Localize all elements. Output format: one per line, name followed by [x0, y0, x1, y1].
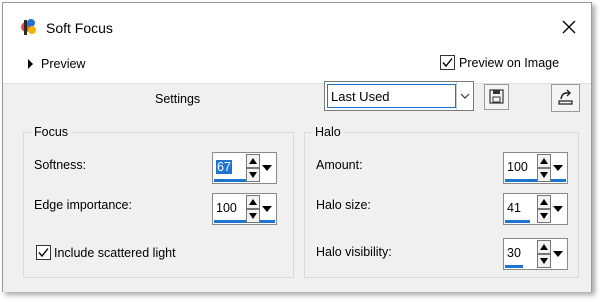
scattered-light-label[interactable]: Include scattered light: [54, 246, 176, 260]
softness-value[interactable]: 67: [216, 160, 232, 174]
spin-up-icon[interactable]: [537, 154, 551, 168]
focus-group-title: Focus: [31, 125, 72, 139]
scattered-light-checkbox[interactable]: [36, 245, 51, 260]
halo-size-label: Halo size:: [316, 198, 371, 212]
checkmark-icon: [442, 58, 453, 68]
chevron-down-icon[interactable]: [261, 154, 273, 181]
checkmark-icon: [38, 248, 49, 258]
preset-value: Last Used: [331, 89, 390, 104]
close-icon[interactable]: [559, 17, 579, 37]
spin-down-icon[interactable]: [537, 168, 551, 182]
amount-spinner[interactable]: 100: [503, 152, 568, 184]
chevron-down-icon[interactable]: [552, 195, 564, 222]
spin-down-icon[interactable]: [537, 209, 551, 223]
halo-group: Halo Amount: 100 Halo size: 41 Halo visi…: [304, 125, 579, 278]
amount-value[interactable]: 100: [507, 160, 528, 174]
paintshop-icon: [21, 19, 36, 35]
chevron-down-icon[interactable]: [261, 195, 273, 222]
spin-up-icon[interactable]: [537, 195, 551, 209]
halo-visibility-label: Halo visibility:: [316, 245, 392, 259]
halo-visibility-spinner[interactable]: 30: [503, 238, 568, 270]
preset-dropdown-button[interactable]: [456, 82, 473, 110]
chevron-down-icon: [460, 93, 470, 99]
softness-spinner[interactable]: 67: [212, 152, 277, 184]
spin-down-icon[interactable]: [537, 254, 551, 268]
focus-group: Focus Softness: 67 Edge importance: 100 …: [23, 125, 294, 278]
preview-toggle-label[interactable]: Preview: [41, 57, 85, 71]
window-title: Soft Focus: [46, 20, 113, 36]
halo-visibility-value[interactable]: 30: [507, 246, 521, 260]
softness-slider-bar[interactable]: [214, 179, 247, 182]
save-preset-button[interactable]: [484, 84, 509, 110]
triangle-right-icon[interactable]: [28, 59, 33, 69]
edge-importance-value[interactable]: 100: [216, 201, 237, 215]
chevron-down-icon[interactable]: [552, 154, 564, 181]
soft-focus-dialog: Soft Focus Preview Preview on Image Sett…: [2, 2, 592, 292]
halo-size-spinner[interactable]: 41: [503, 193, 568, 225]
spin-up-icon[interactable]: [246, 154, 260, 168]
edge-importance-spinner[interactable]: 100: [212, 193, 277, 225]
preview-on-image-checkbox[interactable]: [440, 55, 455, 70]
spin-up-icon[interactable]: [537, 240, 551, 254]
halo-size-value[interactable]: 41: [507, 201, 521, 215]
softness-label: Softness:: [34, 158, 87, 172]
title-bar: Soft Focus: [3, 3, 591, 49]
preset-selection: Last Used: [327, 84, 456, 108]
settings-label: Settings: [155, 92, 201, 106]
spin-down-icon[interactable]: [246, 209, 260, 223]
halo-group-title: Halo: [312, 125, 344, 139]
reset-icon: [558, 89, 573, 105]
preview-on-image-label[interactable]: Preview on Image: [459, 56, 559, 70]
reset-button[interactable]: [551, 84, 580, 112]
spin-up-icon[interactable]: [246, 195, 260, 209]
halo-visibility-slider-bar[interactable]: [505, 265, 523, 268]
amount-label: Amount:: [316, 158, 363, 172]
preset-dropdown[interactable]: Last Used: [324, 81, 474, 111]
floppy-disk-icon: [489, 89, 504, 104]
spin-down-icon[interactable]: [246, 168, 260, 182]
chevron-down-icon[interactable]: [552, 240, 564, 267]
preview-row: Preview Preview on Image: [3, 49, 591, 83]
halo-size-slider-bar[interactable]: [505, 220, 530, 223]
edge-importance-label: Edge importance:: [34, 198, 132, 212]
